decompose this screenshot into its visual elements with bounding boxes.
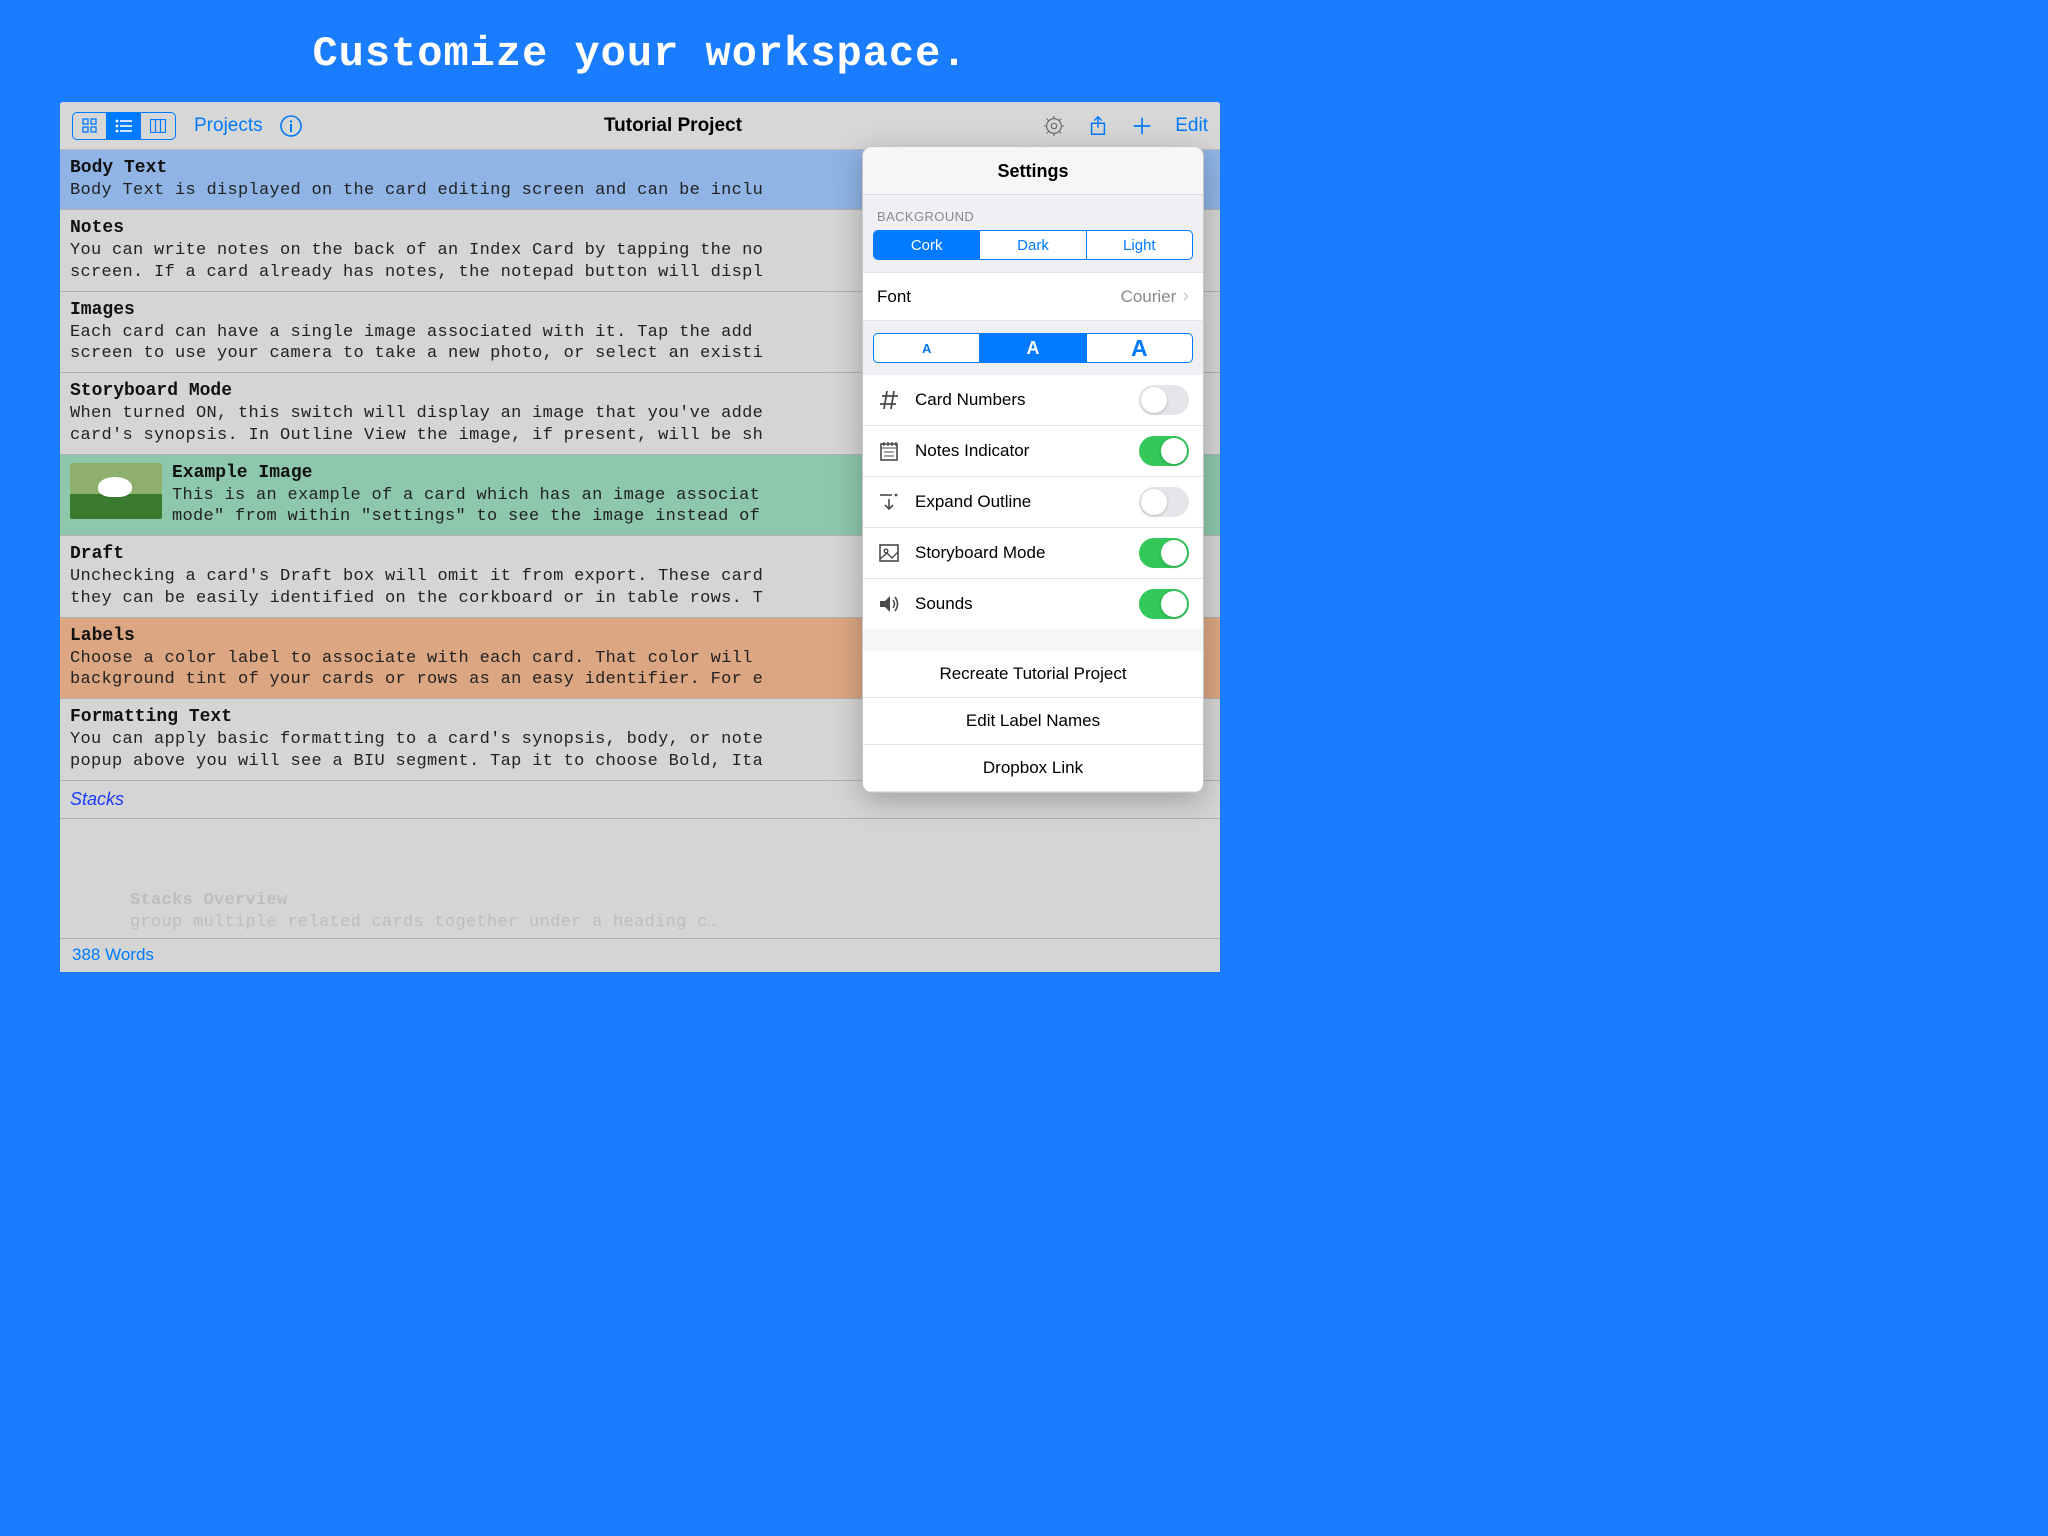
view-grid-icon[interactable] — [73, 113, 107, 139]
font-size-large[interactable]: A — [1087, 334, 1192, 362]
ghost-text: group multiple related cards together un… — [130, 913, 1210, 932]
switch[interactable] — [1139, 589, 1189, 619]
window-title: Tutorial Project — [303, 115, 1044, 137]
view-mode-segmented[interactable] — [72, 112, 176, 140]
action-recreate-tutorial[interactable]: Recreate Tutorial Project — [863, 651, 1203, 698]
marketing-banner: Customize your workspace. — [0, 0, 1280, 102]
font-label: Font — [877, 287, 911, 307]
settings-popover: Settings BACKGROUND Cork Dark Light Font… — [862, 146, 1204, 793]
action-list: Recreate Tutorial Project Edit Label Nam… — [863, 651, 1203, 792]
background-segmented[interactable]: Cork Dark Light — [873, 230, 1193, 260]
toggle-storyboard-mode: Storyboard Mode — [863, 528, 1203, 579]
switch[interactable] — [1139, 487, 1189, 517]
toggle-expand-outline: Expand Outline — [863, 477, 1203, 528]
font-value: Courier — [1121, 287, 1177, 307]
card-title: Example Image — [172, 463, 907, 483]
picture-icon — [877, 541, 901, 565]
speaker-icon — [877, 592, 901, 616]
bg-option-light[interactable]: Light — [1087, 231, 1192, 259]
font-row[interactable]: Font Courier › — [863, 272, 1203, 321]
toggle-label: Notes Indicator — [915, 441, 1029, 461]
switch[interactable] — [1139, 385, 1189, 415]
bg-option-cork[interactable]: Cork — [874, 231, 980, 259]
status-bar: 388 Words — [60, 938, 1220, 972]
switch[interactable] — [1139, 436, 1189, 466]
hash-icon — [877, 388, 901, 412]
gear-icon[interactable] — [1043, 115, 1065, 137]
chevron-right-icon: › — [1182, 285, 1189, 308]
expand-icon — [877, 490, 901, 514]
ghost-text: Stacks Overview — [130, 891, 1210, 910]
toggle-label: Sounds — [915, 594, 973, 614]
info-icon[interactable] — [279, 114, 303, 138]
notepad-icon — [877, 439, 901, 463]
card-body: This is an example of a card which has a… — [172, 485, 907, 528]
bg-option-dark[interactable]: Dark — [980, 231, 1086, 259]
action-edit-label-names[interactable]: Edit Label Names — [863, 698, 1203, 745]
projects-button[interactable]: Projects — [194, 115, 263, 137]
card-thumbnail — [70, 463, 162, 519]
share-icon[interactable] — [1087, 115, 1109, 137]
toggle-card-numbers: Card Numbers — [863, 375, 1203, 426]
toggle-label: Card Numbers — [915, 390, 1026, 410]
toggle-sounds: Sounds — [863, 579, 1203, 629]
view-list-icon[interactable] — [107, 113, 141, 139]
edit-button[interactable]: Edit — [1175, 115, 1208, 137]
view-columns-icon[interactable] — [141, 113, 175, 139]
toggle-list: Card Numbers Notes Indicator Expand Outl… — [863, 375, 1203, 629]
font-size-small[interactable]: A — [874, 334, 980, 362]
app-window: Projects Tutorial Project Edit Body Text… — [60, 102, 1220, 972]
font-size-segmented[interactable]: A A A — [873, 333, 1193, 363]
word-count: 388 Words — [72, 945, 154, 964]
add-icon[interactable] — [1131, 115, 1153, 137]
toolbar: Projects Tutorial Project Edit — [60, 102, 1220, 150]
toggle-label: Expand Outline — [915, 492, 1031, 512]
toggle-label: Storyboard Mode — [915, 543, 1045, 563]
section-label-background: BACKGROUND — [863, 195, 1203, 230]
font-size-medium[interactable]: A — [980, 334, 1086, 362]
action-dropbox-link[interactable]: Dropbox Link — [863, 745, 1203, 792]
switch[interactable] — [1139, 538, 1189, 568]
toggle-notes-indicator: Notes Indicator — [863, 426, 1203, 477]
